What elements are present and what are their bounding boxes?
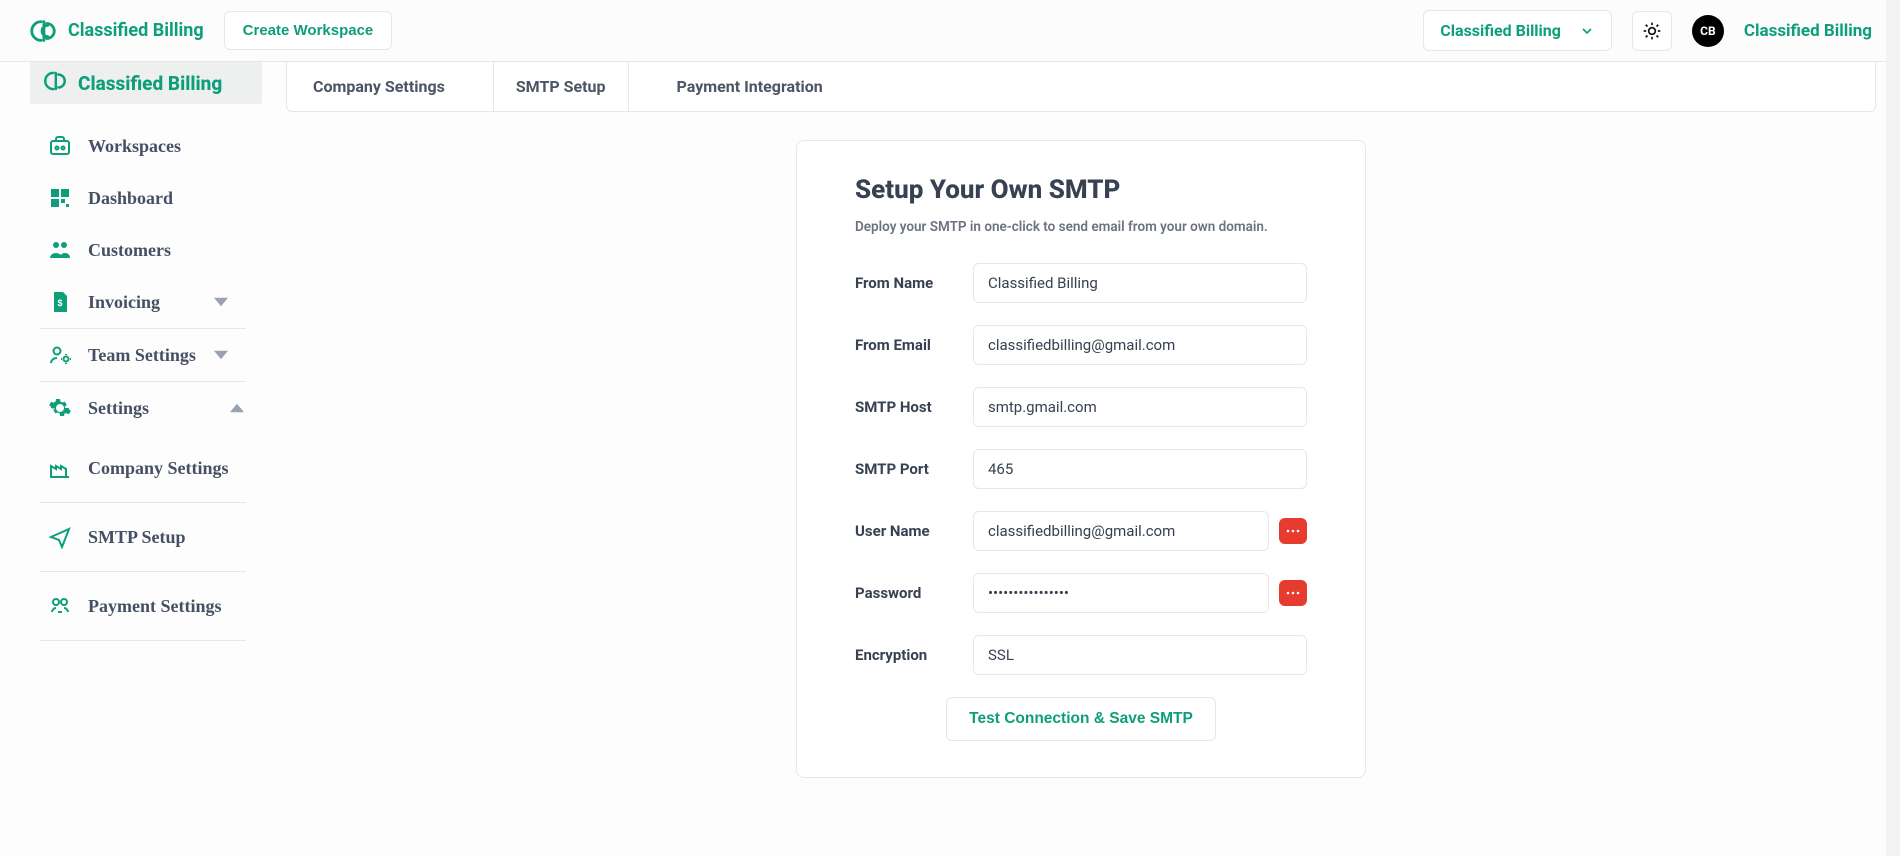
briefcase-icon — [48, 134, 72, 158]
sidebar-item-label: Settings — [88, 398, 149, 419]
sidebar-item-workspaces[interactable]: Workspaces — [40, 120, 262, 172]
smtp-host-input[interactable] — [973, 387, 1307, 427]
sidebar-item-invoicing[interactable]: $ Invoicing — [40, 276, 246, 329]
sidebar-item-label: Workspaces — [88, 136, 181, 157]
create-workspace-button[interactable]: Create Workspace — [224, 11, 393, 50]
sidebar-header-label: Classified Billing — [78, 72, 222, 95]
encryption-input[interactable] — [973, 635, 1307, 675]
sidebar-item-settings[interactable]: Settings — [40, 382, 262, 434]
send-icon — [48, 525, 72, 549]
sidebar-item-smtp-setup[interactable]: SMTP Setup — [40, 503, 246, 572]
chevron-down-icon — [1579, 23, 1595, 39]
invoice-icon: $ — [48, 290, 72, 314]
topbar: Classified Billing Create Workspace Clas… — [0, 0, 1900, 62]
content-area: Company Settings SMTP Setup Payment Inte… — [262, 62, 1900, 856]
sidebar-item-label: Team Settings — [88, 345, 196, 366]
logo-icon — [42, 68, 68, 99]
smtp-port-label: SMTP Port — [855, 460, 955, 478]
sidebar-item-dashboard[interactable]: Dashboard — [40, 172, 262, 224]
form-subtitle: Deploy your SMTP in one-click to send em… — [855, 219, 1307, 235]
sidebar-item-company-settings[interactable]: Company Settings — [40, 434, 246, 503]
users-icon — [48, 238, 72, 262]
workspace-selector-label: Classified Billing — [1440, 21, 1561, 40]
tab-divider — [493, 62, 494, 111]
from-email-label: From Email — [855, 336, 955, 354]
encryption-label: Encryption — [855, 646, 955, 664]
tab-payment-integration[interactable]: Payment Integration — [651, 62, 849, 111]
from-email-input[interactable] — [973, 325, 1307, 365]
gear-icon — [48, 396, 72, 420]
chevron-down-icon — [214, 348, 228, 362]
from-name-label: From Name — [855, 274, 955, 292]
sidebar-item-label: Company Settings — [88, 458, 229, 479]
form-title: Setup Your Own SMTP — [855, 175, 1307, 205]
password-input[interactable] — [973, 573, 1269, 613]
password-manager-icon[interactable] — [1279, 580, 1307, 606]
user-name-label: User Name — [855, 522, 955, 540]
settings-tabs: Company Settings SMTP Setup Payment Inte… — [286, 62, 1876, 112]
smtp-form-card: Setup Your Own SMTP Deploy your SMTP in … — [796, 140, 1366, 778]
dashboard-icon — [48, 186, 72, 210]
sidebar-item-label: SMTP Setup — [88, 527, 186, 548]
brand[interactable]: Classified Billing — [28, 16, 204, 46]
sidebar-item-label: Invoicing — [88, 292, 160, 313]
sidebar: Classified Billing Workspaces Dashboard … — [0, 62, 262, 856]
password-manager-icon[interactable] — [1279, 518, 1307, 544]
test-save-smtp-button[interactable]: Test Connection & Save SMTP — [946, 697, 1216, 741]
user-name-input[interactable] — [973, 511, 1269, 551]
sidebar-item-team-settings[interactable]: Team Settings — [40, 329, 246, 382]
sidebar-item-label: Customers — [88, 240, 171, 261]
from-name-input[interactable] — [973, 263, 1307, 303]
tab-company-settings[interactable]: Company Settings — [287, 62, 471, 111]
scrollbar-track[interactable] — [1886, 0, 1900, 856]
tab-divider — [628, 62, 629, 111]
payment-icon — [48, 594, 72, 618]
tab-smtp-setup[interactable]: SMTP Setup — [516, 62, 606, 111]
password-label: Password — [855, 584, 955, 602]
smtp-port-input[interactable] — [973, 449, 1307, 489]
chevron-up-icon — [230, 401, 244, 415]
theme-toggle-button[interactable] — [1632, 11, 1672, 51]
brand-name: Classified Billing — [68, 20, 204, 41]
logo-icon — [28, 16, 58, 46]
sidebar-item-payment-settings[interactable]: Payment Settings — [40, 572, 246, 641]
workspace-selector[interactable]: Classified Billing — [1423, 10, 1612, 51]
factory-icon — [48, 456, 72, 480]
chevron-down-icon — [214, 295, 228, 309]
sidebar-item-label: Payment Settings — [88, 596, 222, 617]
sidebar-header[interactable]: Classified Billing — [30, 62, 262, 104]
sun-icon — [1642, 21, 1662, 41]
sidebar-item-label: Dashboard — [88, 188, 173, 209]
user-name[interactable]: Classified Billing — [1744, 21, 1872, 41]
team-settings-icon — [48, 343, 72, 367]
sidebar-item-customers[interactable]: Customers — [40, 224, 262, 276]
smtp-host-label: SMTP Host — [855, 398, 955, 416]
avatar[interactable]: CB — [1692, 15, 1724, 47]
svg-text:$: $ — [57, 298, 62, 308]
tab-smtp-setup-label: SMTP Setup — [516, 77, 606, 96]
